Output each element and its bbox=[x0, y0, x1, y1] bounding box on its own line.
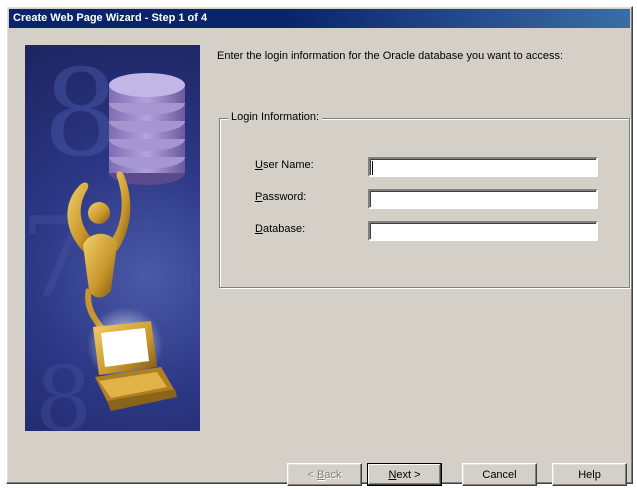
group-legend: Login Information: bbox=[228, 111, 323, 123]
password-label: Password: bbox=[255, 191, 307, 203]
password-field[interactable] bbox=[368, 189, 598, 209]
text-cursor bbox=[372, 161, 373, 175]
wizard-illustration: 8 7 8 bbox=[25, 45, 200, 431]
database-label: Database: bbox=[255, 223, 306, 235]
user-name-label: User Name: bbox=[255, 159, 314, 171]
title-bar: Create Web Page Wizard - Step 1 of 4 bbox=[9, 9, 630, 28]
help-button[interactable]: Help bbox=[552, 463, 627, 486]
cancel-button[interactable]: Cancel bbox=[462, 463, 537, 486]
background-digit: 8 bbox=[43, 45, 119, 184]
oracle-illustration-graphic: 8 7 8 bbox=[25, 45, 185, 431]
database-field[interactable] bbox=[368, 221, 598, 241]
back-button[interactable]: < Back bbox=[287, 463, 362, 486]
background-digit: 8 bbox=[35, 347, 92, 431]
login-information-group: Login Information: User Name: Password: … bbox=[219, 111, 630, 288]
user-name-field[interactable] bbox=[368, 157, 598, 177]
computer-icon bbox=[93, 321, 177, 411]
database-disk-stack bbox=[109, 73, 185, 185]
wizard-window: Create Web Page Wizard - Step 1 of 4 8 7… bbox=[6, 6, 633, 486]
next-button[interactable]: Next > bbox=[367, 463, 442, 486]
instruction-text: Enter the login information for the Orac… bbox=[217, 50, 564, 62]
